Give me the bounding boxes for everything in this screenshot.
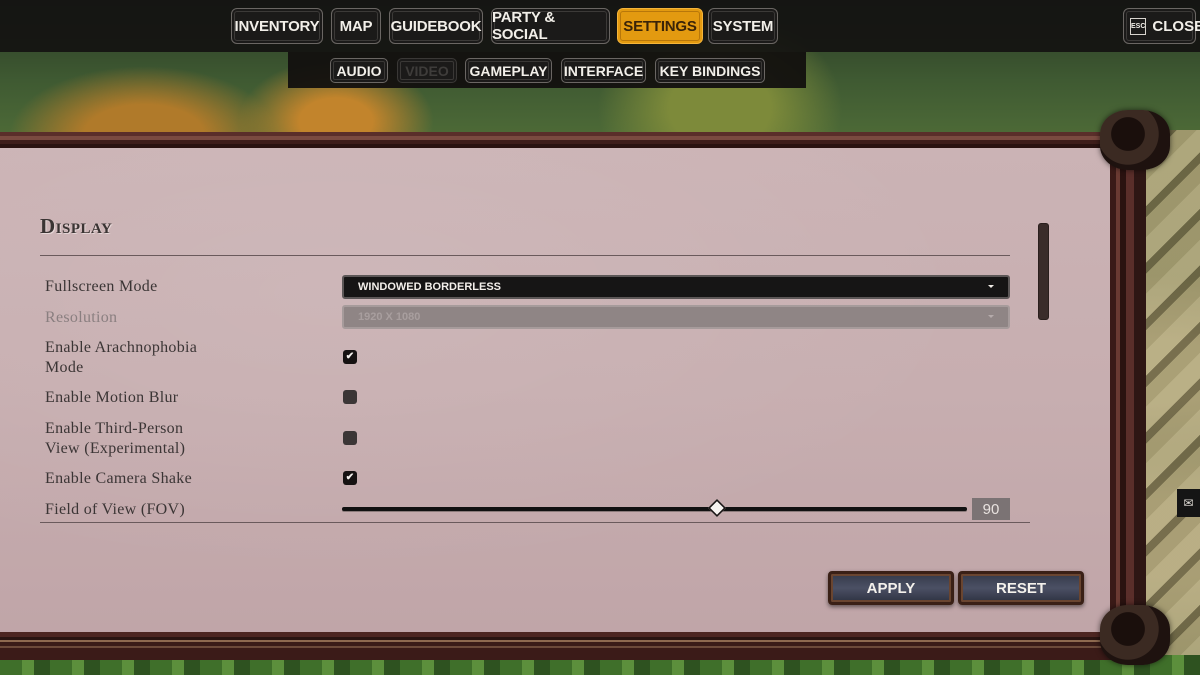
resolution-label: Resolution: [45, 309, 118, 326]
motion-blur-label: Enable Motion Blur: [45, 389, 179, 406]
tab-map[interactable]: MAP: [331, 8, 381, 44]
tab-inventory[interactable]: INVENTORY: [231, 8, 323, 44]
fullscreen-mode-value: WINDOWED BORDERLESS: [358, 281, 501, 293]
arachnophobia-label: Enable Arachnophobia Mode: [45, 338, 197, 378]
close-button[interactable]: ESC CLOSE: [1123, 8, 1200, 44]
resolution-value: 1920 X 1080: [358, 311, 421, 323]
section-title: Display: [40, 214, 113, 238]
background-scenery: [1140, 130, 1200, 660]
camera-shake-label: Enable Camera Shake: [45, 470, 192, 487]
tab-guidebook[interactable]: GUIDEBOOK: [389, 8, 483, 44]
checkmark-icon: ✔: [345, 472, 355, 483]
resolution-dropdown: 1920 X 1080: [342, 305, 1010, 329]
checkmark-icon: ✔: [345, 351, 355, 362]
scrollbar[interactable]: [1038, 223, 1049, 320]
section-divider: [40, 255, 1010, 256]
third-person-label-line2: View (Experimental): [45, 440, 186, 457]
tab-party-social[interactable]: PARTY & SOCIAL: [491, 8, 610, 44]
panel-frame-right: [1110, 132, 1146, 660]
panel-frame-bottom: [0, 632, 1145, 660]
subtab-gameplay[interactable]: GAMEPLAY: [465, 58, 552, 83]
third-person-label: Enable Third-Person View (Experimental): [45, 419, 185, 459]
close-label: CLOSE: [1152, 17, 1200, 35]
chevron-down-icon: [988, 315, 994, 318]
section-end-divider: [40, 522, 1030, 523]
fov-label: Field of View (FOV): [45, 501, 185, 518]
side-mail-tab[interactable]: ✉: [1177, 489, 1200, 517]
chevron-down-icon: [988, 285, 994, 288]
tab-system[interactable]: SYSTEM: [708, 8, 778, 44]
fullscreen-mode-dropdown[interactable]: WINDOWED BORDERLESS: [342, 275, 1010, 299]
subtab-interface[interactable]: INTERFACE: [561, 58, 646, 83]
subtab-audio[interactable]: AUDIO: [330, 58, 388, 83]
fov-slider[interactable]: [342, 498, 967, 518]
tab-settings[interactable]: SETTINGS: [617, 8, 703, 44]
frame-corner-ornament: [1100, 605, 1170, 665]
arachnophobia-checkbox[interactable]: ✔: [343, 350, 357, 364]
motion-blur-checkbox[interactable]: [343, 390, 357, 404]
apply-button[interactable]: APPLY: [828, 571, 954, 605]
esc-key-icon: ESC: [1130, 17, 1147, 35]
fullscreen-mode-label: Fullscreen Mode: [45, 278, 158, 295]
camera-shake-checkbox[interactable]: ✔: [343, 471, 357, 485]
subtab-key-bindings[interactable]: KEY BINDINGS: [655, 58, 765, 83]
third-person-label-line1: Enable Third-Person: [45, 420, 184, 437]
arachnophobia-label-line1: Enable Arachnophobia: [45, 339, 198, 356]
reset-button[interactable]: RESET: [958, 571, 1084, 605]
arachnophobia-label-line2: Mode: [45, 359, 84, 376]
subtab-video[interactable]: VIDEO: [397, 58, 457, 83]
fov-slider-track: [342, 507, 967, 511]
third-person-checkbox[interactable]: [343, 431, 357, 445]
fov-value: 90: [972, 498, 1010, 520]
mail-icon: ✉: [1183, 496, 1194, 510]
frame-corner-ornament: [1100, 110, 1170, 170]
